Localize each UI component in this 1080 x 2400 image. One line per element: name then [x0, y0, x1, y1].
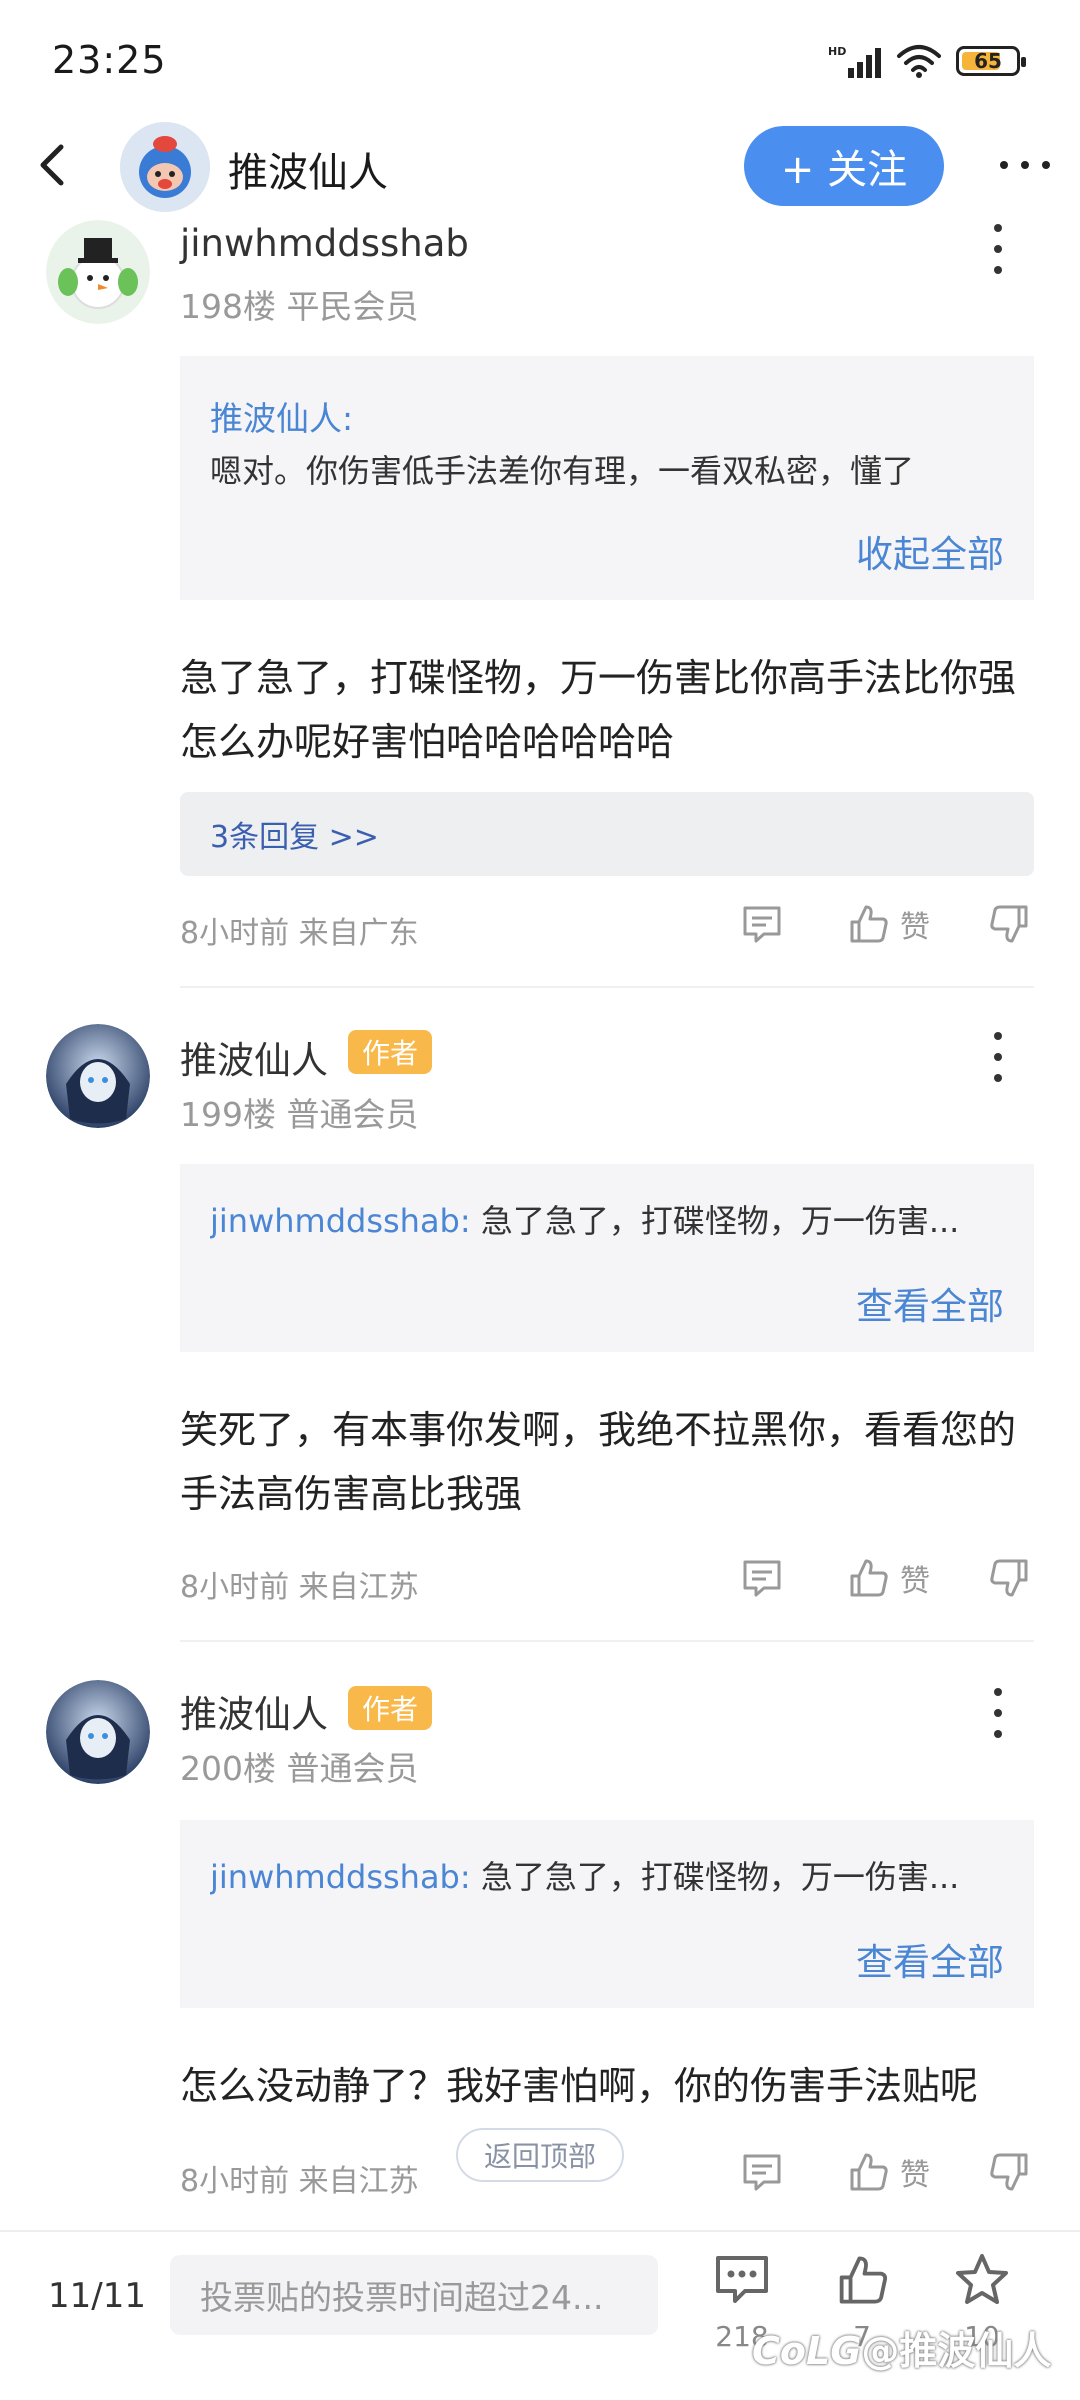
username[interactable]: jinwhmddsshab [180, 222, 469, 265]
view-replies-button[interactable]: 3条回复 >> [180, 792, 1034, 876]
page-indicator[interactable]: 11/11 [48, 2276, 146, 2316]
like-label: 赞 [900, 910, 930, 945]
comments-button[interactable] [702, 2250, 782, 2310]
post-menu-button[interactable] [988, 224, 1008, 274]
header-avatar[interactable] [120, 122, 210, 212]
quote-author[interactable]: jinwhmddsshab: [210, 1858, 471, 1896]
quote-text: 嗯对。你伤害低手法差你有理，一看双私密，懂了 [210, 452, 915, 490]
floor-info: 200楼 普通会员 [180, 1749, 419, 1788]
svg-text:HD: HD [828, 45, 846, 58]
comment-input[interactable]: 投票贴的投票时间超过24... [170, 2255, 658, 2335]
thumbs-down-icon [990, 905, 1028, 943]
like-label: 赞 [900, 1564, 930, 1599]
status-icons: HD 65 [828, 44, 1026, 78]
comment-icon [743, 2154, 781, 2191]
post-body: 怎么没动静了？我好害怕啊，你的伤害手法贴呢 [180, 2064, 979, 2108]
post-meta: 8小时前 来自江苏 [180, 2164, 419, 2199]
dislike-button[interactable] [988, 2150, 1032, 2194]
thumbs-up-icon [850, 2153, 888, 2191]
quote-summary: jinwhmddsshab: 急了急了，打碟怪物，万一伤害... [210, 1196, 1010, 1242]
anime-avatar-icon [46, 1680, 150, 1784]
battery-icon: 65 [956, 46, 1026, 76]
quote-text: 急了急了，打碟怪物，万一伤害... [470, 1202, 960, 1240]
quote-box: 推波仙人: 嗯对。你伤害低手法差你有理，一看双私密，懂了 收起全部 [180, 356, 1034, 600]
view-all-link[interactable]: 查看全部 [856, 1276, 1004, 1330]
watermark: CoLG@推波仙人 [752, 2320, 1051, 2375]
quote-author[interactable]: 推波仙人: [210, 392, 353, 440]
username[interactable]: 推波仙人 [180, 1030, 328, 1084]
thumbs-up-icon [839, 2256, 888, 2304]
dislike-button[interactable] [988, 1556, 1032, 1600]
post-actions: 赞 [740, 2150, 1032, 2194]
follow-button[interactable]: + 关注 [744, 126, 944, 206]
user-avatar[interactable] [46, 220, 150, 324]
author-badge: 作者 [348, 1030, 433, 1074]
post-actions: 赞 [740, 1556, 1032, 1600]
comment-icon [716, 2256, 768, 2303]
post-menu-button[interactable] [988, 1032, 1008, 1082]
post-body: 笑死了，有本事你发啊，我绝不拉黑你，看看您的手法高伤害高比我强 [180, 1408, 1017, 1516]
comment-icon [743, 906, 781, 943]
view-all-link[interactable]: 查看全部 [856, 1932, 1004, 1986]
quote-box: jinwhmddsshab: 急了急了，打碟怪物，万一伤害... 查看全部 [180, 1820, 1034, 2008]
back-button[interactable] [30, 138, 74, 192]
thumbs-down-icon [990, 2153, 1028, 2191]
thumbs-up-icon [850, 1559, 888, 1597]
thumbs-down-icon [990, 1559, 1028, 1597]
quote-author[interactable]: jinwhmddsshab: [210, 1202, 471, 1240]
battery-level: 65 [974, 49, 1002, 73]
wifi-icon [897, 45, 941, 78]
cartoon-avatar-icon [120, 122, 210, 212]
back-to-top-button[interactable]: 返回顶部 [456, 2128, 624, 2182]
quote-box: jinwhmddsshab: 急了急了，打碟怪物，万一伤害... 查看全部 [180, 1164, 1034, 1352]
watermark-text: @推波仙人 [861, 2329, 1052, 2373]
favorite-button[interactable] [942, 2250, 1022, 2310]
dislike-button[interactable] [988, 902, 1032, 946]
reply-button[interactable] [740, 2150, 784, 2194]
post-body: 急了急了，打碟怪物，万一伤害比你高手法比你强怎么办呢好害怕哈哈哈哈哈哈 [180, 656, 1017, 764]
user-avatar[interactable] [46, 1024, 150, 1128]
quote-summary: jinwhmddsshab: 急了急了，打碟怪物，万一伤害... [210, 1852, 1010, 1898]
reply-button[interactable] [740, 1556, 784, 1600]
watermark-logo: CoLG [752, 2329, 862, 2373]
more-options-button[interactable] [1000, 150, 1050, 180]
like-post-button[interactable] [822, 2250, 902, 2310]
like-label: 赞 [900, 2158, 930, 2193]
divider [180, 986, 1034, 988]
page-title: 推波仙人 [228, 150, 388, 196]
divider [180, 1640, 1034, 1642]
post-meta: 8小时前 来自江苏 [180, 1570, 419, 1605]
username[interactable]: 推波仙人 [180, 1684, 328, 1738]
chevron-left-icon [40, 144, 64, 186]
snowman-avatar-icon [46, 220, 150, 324]
hd-signal-icon: HD [828, 45, 881, 78]
anime-avatar-icon [46, 1024, 150, 1128]
floor-info: 199楼 普通会员 [180, 1095, 419, 1134]
like-button[interactable]: 赞 [846, 1556, 930, 1600]
star-icon [956, 2254, 1008, 2304]
thumbs-up-icon [850, 905, 888, 943]
like-button[interactable]: 赞 [846, 902, 930, 946]
quote-text: 急了急了，打碟怪物，万一伤害... [470, 1858, 960, 1896]
post-actions: 赞 [740, 902, 1032, 946]
status-time: 23:25 [52, 38, 167, 82]
author-badge: 作者 [348, 1686, 433, 1730]
post-menu-button[interactable] [988, 1688, 1008, 1738]
comment-icon [743, 1560, 781, 1597]
post-meta: 8小时前 来自广东 [180, 916, 419, 951]
user-avatar[interactable] [46, 1680, 150, 1784]
reply-button[interactable] [740, 902, 784, 946]
collapse-all-link[interactable]: 收起全部 [856, 524, 1004, 578]
like-button[interactable]: 赞 [846, 2150, 930, 2194]
floor-info: 198楼 平民会员 [180, 287, 419, 326]
